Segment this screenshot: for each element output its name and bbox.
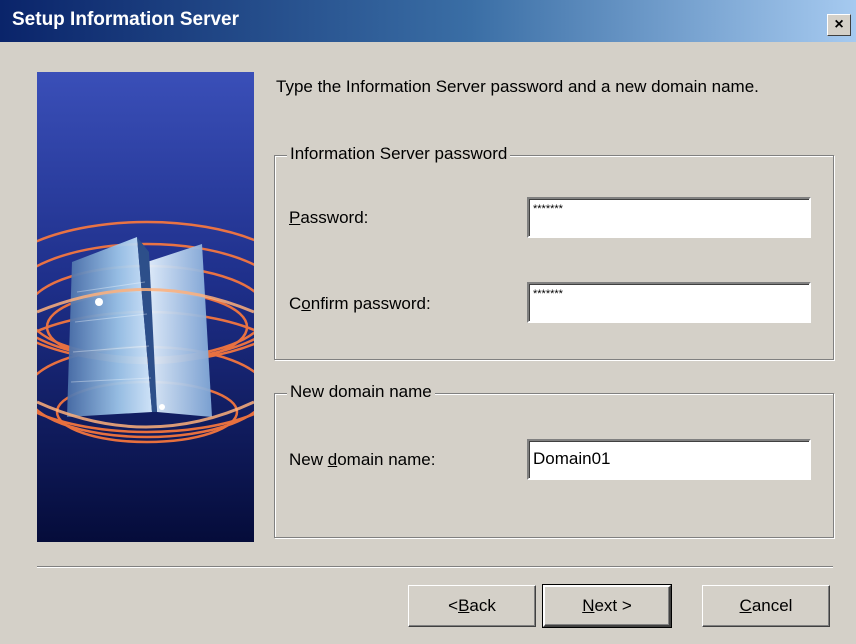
cancel-button[interactable]: Cancel <box>702 585 830 627</box>
close-icon: × <box>834 16 844 33</box>
title-bar: Setup Information Server × <box>0 0 856 42</box>
server-buildings-illustration <box>37 72 254 542</box>
confirm-password-field[interactable]: ******* <box>527 282 811 323</box>
domain-name-label: New domain name: <box>289 450 436 469</box>
domain-group-title: New domain name <box>287 382 435 402</box>
separator <box>37 566 833 568</box>
confirm-password-label: Confirm password: <box>289 294 431 313</box>
password-label: Password: <box>289 208 369 227</box>
domain-name-field[interactable]: Domain01 <box>527 439 811 480</box>
window-title: Setup Information Server <box>12 9 239 30</box>
next-button[interactable]: Next > <box>542 584 672 628</box>
password-group: Information Server password <box>274 144 834 360</box>
intro-text: Type the Information Server password and… <box>276 77 759 96</box>
back-button[interactable]: < Back <box>408 585 536 627</box>
close-button[interactable]: × <box>827 14 851 36</box>
password-group-title: Information Server password <box>287 144 511 164</box>
password-field[interactable]: ******* <box>527 197 811 238</box>
